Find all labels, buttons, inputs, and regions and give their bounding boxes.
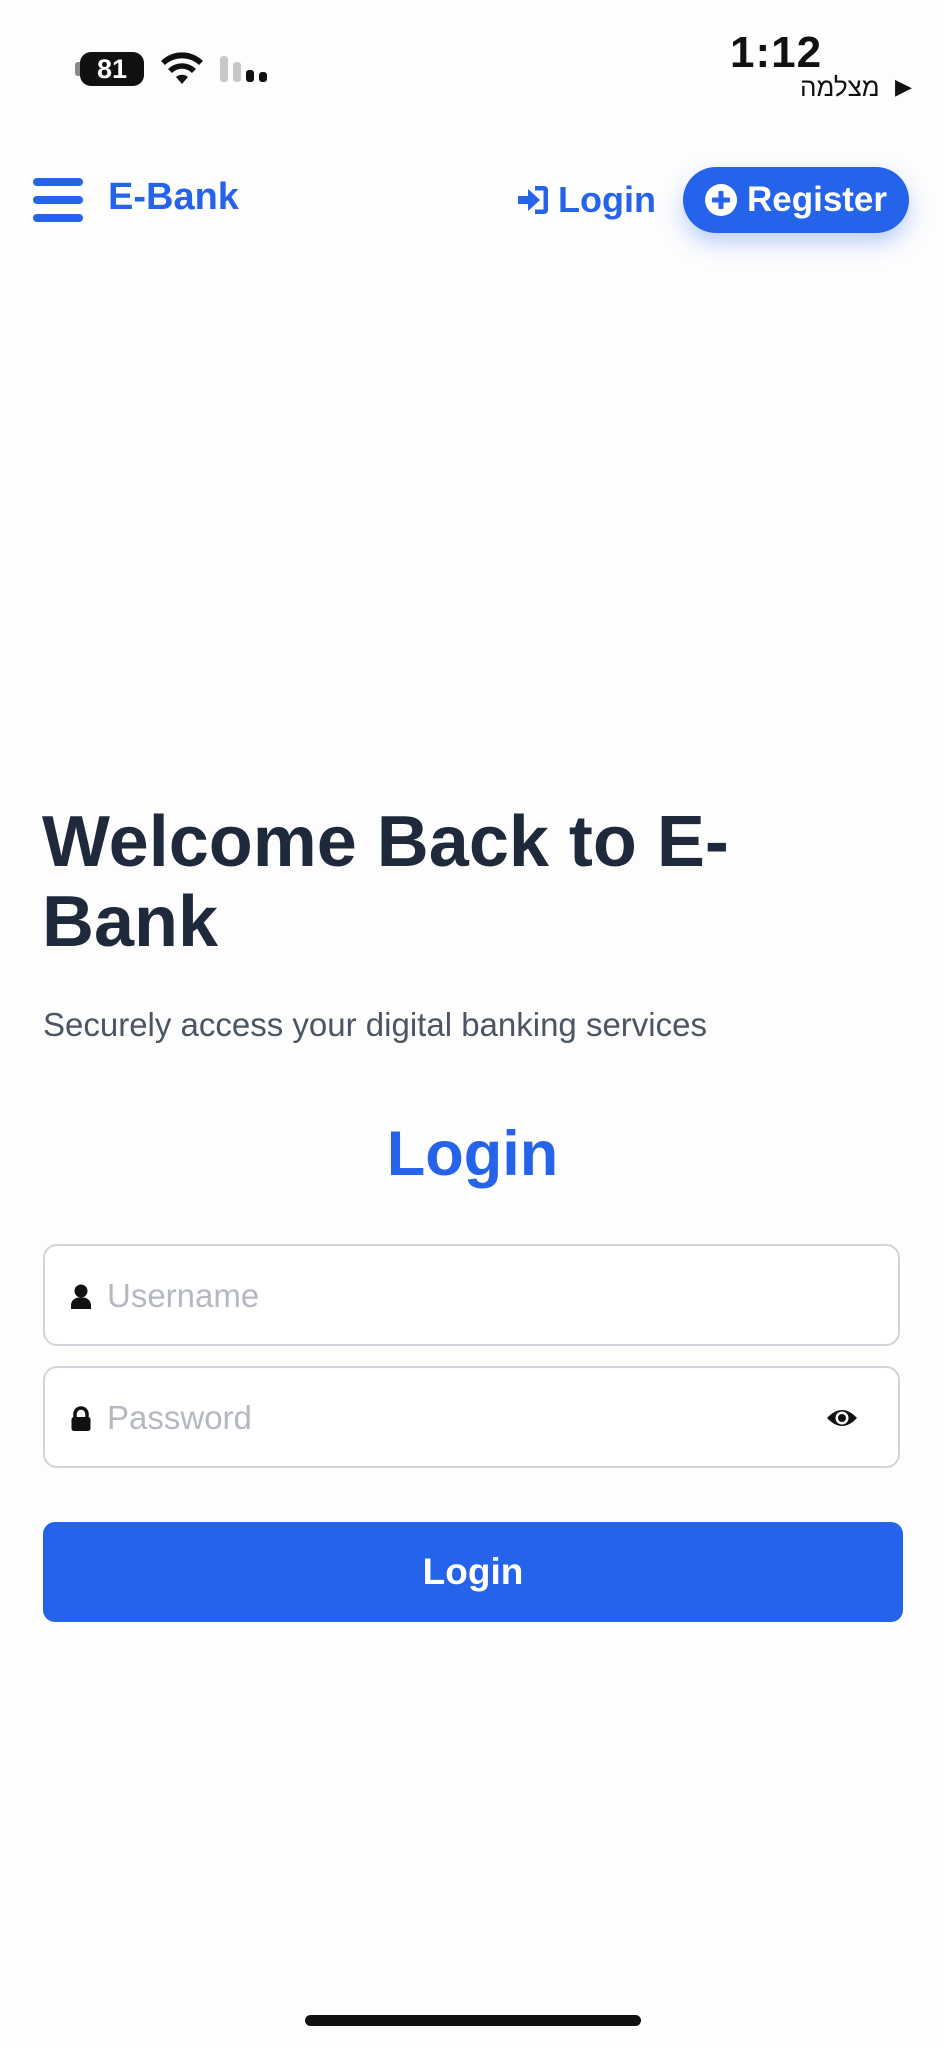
- nav-login-label: Login: [558, 179, 656, 220]
- lock-icon: [71, 1406, 91, 1431]
- eye-icon[interactable]: [826, 1406, 858, 1430]
- back-arrow-icon[interactable]: ▶: [895, 74, 912, 100]
- cellular-signal-icon: [220, 56, 267, 82]
- brand-logo-text[interactable]: E-Bank: [108, 176, 239, 219]
- register-label: Register: [746, 180, 888, 219]
- home-indicator[interactable]: [305, 2015, 641, 2026]
- login-submit-button[interactable]: Login: [43, 1522, 903, 1622]
- clock: 1:12: [730, 28, 823, 77]
- login-form-title: Login: [386, 1119, 559, 1189]
- page-subtitle: Securely access your digital banking ser…: [43, 1006, 707, 1043]
- page-title: Welcome Back to E-Bank: [42, 802, 729, 962]
- top-navbar: E-Bank Login Register: [0, 140, 945, 260]
- nav-login-link[interactable]: Login: [516, 176, 656, 224]
- plus-circle-icon: [704, 184, 737, 216]
- password-field[interactable]: [43, 1366, 900, 1468]
- status-bar: 81 1:12 מצלמה ▶: [0, 0, 945, 110]
- password-input[interactable]: [107, 1388, 807, 1448]
- username-field[interactable]: [43, 1244, 900, 1346]
- sign-in-icon: [518, 186, 548, 214]
- user-icon: [71, 1284, 91, 1309]
- menu-icon[interactable]: [33, 178, 83, 222]
- register-button[interactable]: Register: [683, 167, 909, 233]
- back-to-app-label[interactable]: מצלמה: [800, 72, 880, 103]
- wifi-icon: [161, 52, 203, 84]
- username-input[interactable]: [107, 1266, 807, 1326]
- battery-indicator: 81: [80, 52, 144, 86]
